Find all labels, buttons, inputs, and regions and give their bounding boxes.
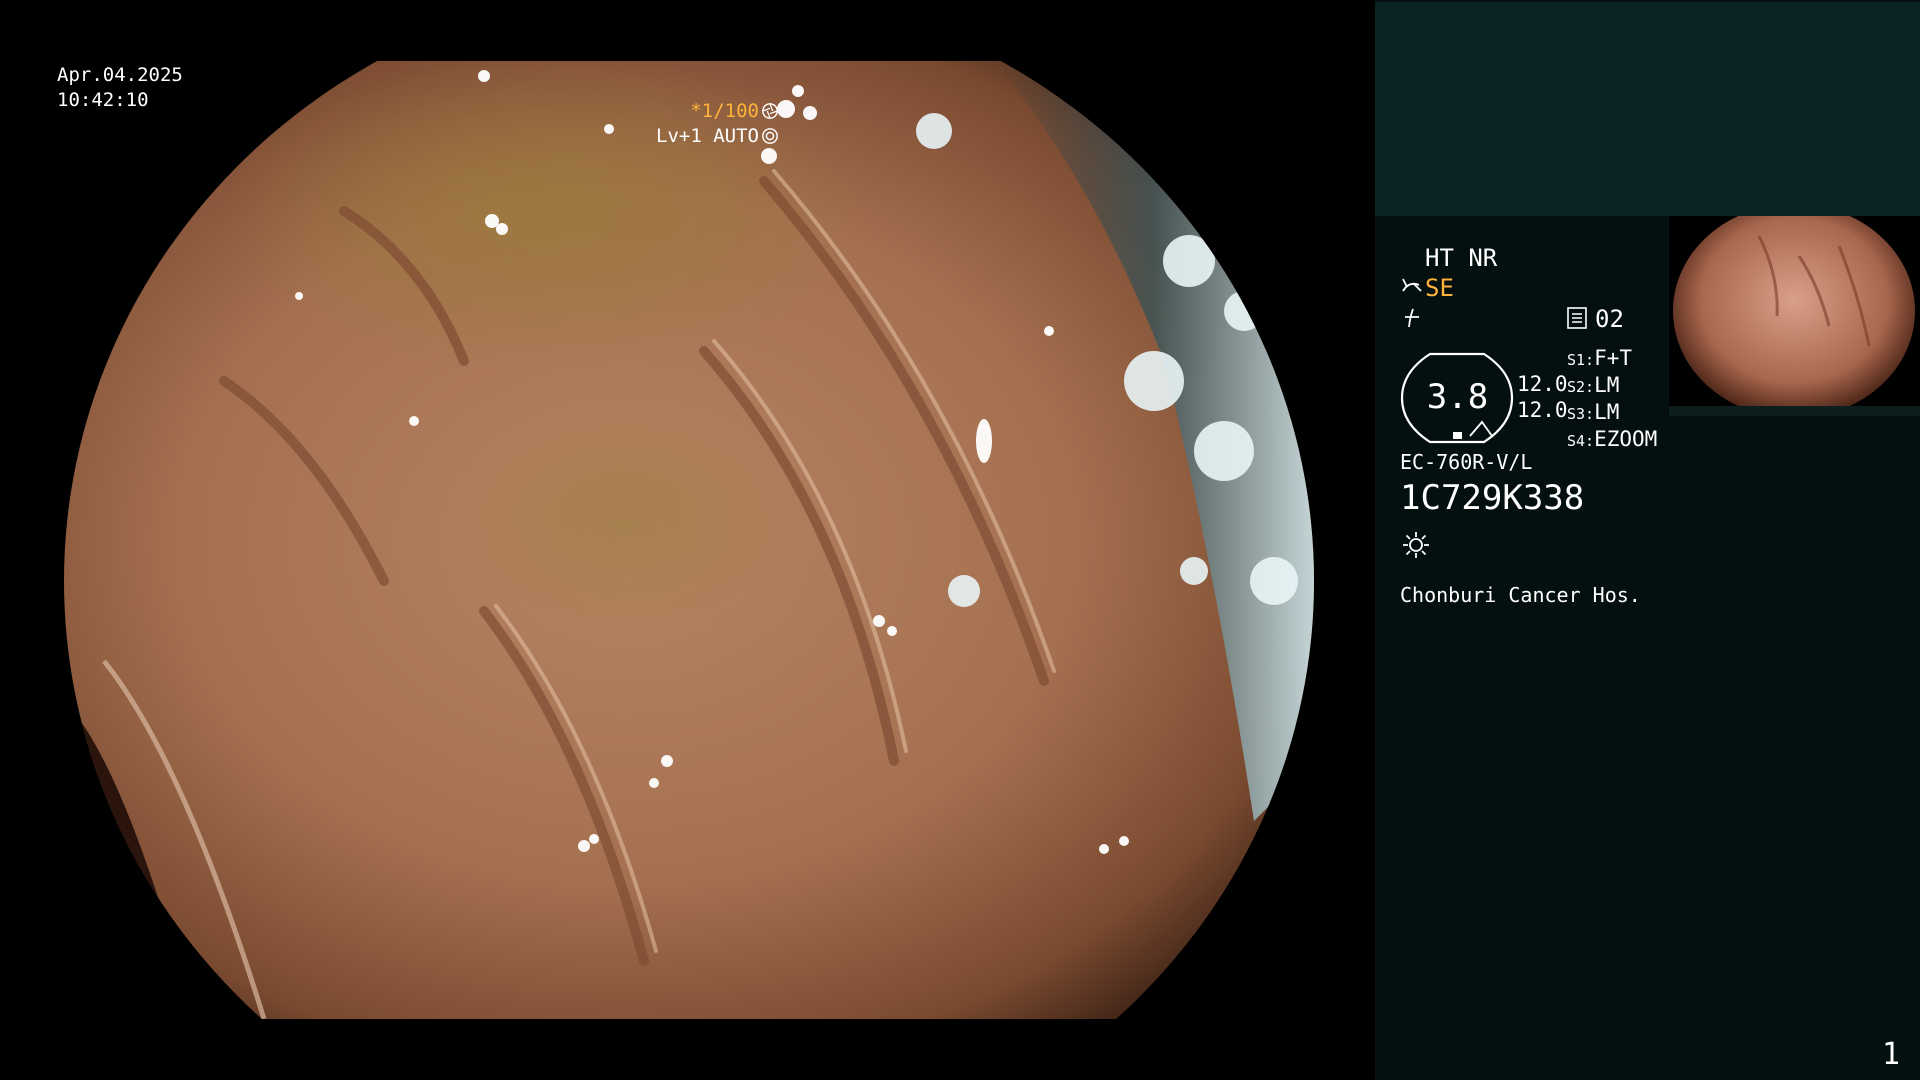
time-text: 10:42:10 <box>57 89 149 111</box>
switch-list: S1:F+T S2:LM S3:LM S4:EZOOM <box>1567 346 1657 454</box>
memory-number: 02 <box>1595 305 1624 333</box>
aperture-icon <box>762 103 778 119</box>
switch-row: S4:EZOOM <box>1567 427 1657 454</box>
hospital-name: Chonburi Cancer Hos. <box>1400 583 1641 607</box>
zoom-value: 3.8 <box>1426 377 1489 417</box>
brightness-icon <box>1403 532 1429 558</box>
date-time-display: Apr.04.2025 10:42:10 <box>57 63 183 113</box>
date-text: Apr.04.2025 <box>57 64 183 86</box>
scope-model: EC-760R-V/L <box>1400 450 1533 474</box>
switch-value: F+T <box>1594 346 1633 370</box>
panel-header <box>1375 2 1920 216</box>
endoscopic-image <box>64 61 1314 1019</box>
level-text: Lv+1 AUTO <box>656 125 759 147</box>
value-top: 12.0 <box>1517 372 1568 396</box>
filter-icon <box>1405 308 1419 328</box>
switch-value: LM <box>1594 373 1620 397</box>
switch-key: S1: <box>1567 351 1595 369</box>
switch-value: LM <box>1594 400 1620 424</box>
thumbnail-preview[interactable] <box>1669 216 1920 416</box>
scope-serial: 1C729K338 <box>1400 478 1585 518</box>
se-indicator: SE <box>1425 274 1454 302</box>
endoscope-view: Apr.04.2025 10:42:10 *1/100 Lv+1 AUTO <box>0 0 1375 1080</box>
iris-icon <box>762 128 778 144</box>
thumbnail-image <box>1669 216 1920 416</box>
switch-row: S3:LM <box>1567 400 1657 427</box>
switch-key: S2: <box>1567 378 1595 396</box>
exposure-info: *1/100 Lv+1 AUTO <box>656 99 779 149</box>
mode-text: HT NR <box>1425 244 1498 272</box>
switch-row: S1:F+T <box>1567 346 1657 373</box>
memory-icon <box>1567 307 1587 329</box>
switch-key: S4: <box>1567 432 1595 450</box>
page-number: 1 <box>1881 1037 1900 1072</box>
switch-key: S3: <box>1567 405 1595 423</box>
info-panel: HT NR SE 02 3.8 12.0 12.0 S1:F+T S2:LM S… <box>1375 0 1920 1080</box>
value-bottom: 12.0 <box>1517 398 1568 422</box>
shutter-speed: *1/100 <box>690 100 759 122</box>
switch-row: S2:LM <box>1567 373 1657 400</box>
switch-value: EZOOM <box>1594 427 1658 451</box>
lamp-icon <box>1402 278 1422 292</box>
